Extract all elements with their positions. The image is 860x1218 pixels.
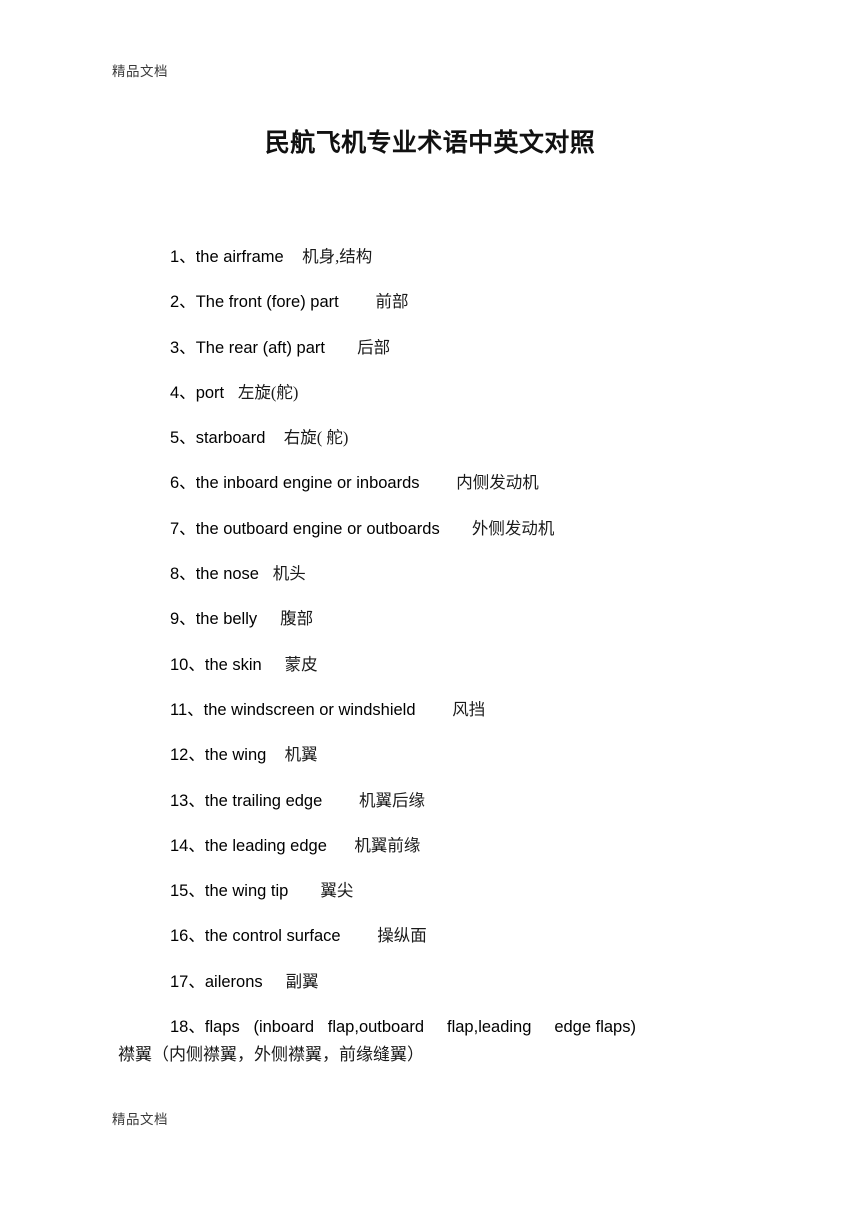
term-number: 14、: [170, 836, 205, 855]
term-row: 17、ailerons 副翼: [0, 959, 860, 1004]
term-english: the leading edge: [204, 836, 327, 855]
terminology-list: 1、the airframe 机身,结构 2、The front (fore) p…: [0, 234, 860, 1049]
term-gap: [416, 701, 453, 719]
term-chinese: 操纵面: [377, 926, 427, 946]
term-chinese: 右旋( 舵): [283, 428, 349, 448]
term-chinese: 腹部: [280, 609, 314, 629]
term-number: 15、: [170, 882, 205, 901]
term-number: 13、: [170, 791, 205, 810]
term-number: 11、: [170, 700, 204, 719]
term-gap: [266, 746, 284, 764]
term-gap: [341, 927, 378, 945]
term-row: 9、the belly 腹部: [0, 596, 860, 641]
term-number: 4、: [170, 383, 196, 402]
term-row: 16、the control surface 操纵面: [0, 913, 860, 958]
term-english: the control surface: [204, 927, 341, 946]
term-english: the skin: [204, 655, 262, 674]
term-chinese: 机翼后缘: [358, 790, 425, 810]
term-number: 7、: [170, 519, 196, 538]
term-english: flaps (inboard flap,outboard flap,leadin…: [204, 1018, 636, 1037]
header-watermark: 精品文档: [112, 64, 168, 79]
page-title: 民航飞机专业术语中英文对照: [264, 129, 596, 157]
term-gap: [224, 384, 238, 402]
term-gap: [284, 248, 302, 266]
term-chinese: 机翼: [284, 745, 318, 765]
term-number: 2、: [170, 293, 196, 312]
term-number: 18、: [170, 1018, 205, 1037]
term-english: the outboard engine or outboards: [195, 519, 440, 538]
term-row: 2、The front (fore) part 前部: [0, 279, 860, 324]
term-number: 5、: [170, 429, 196, 448]
term-gap: [257, 610, 280, 628]
term-english: the nose: [195, 565, 259, 584]
term-chinese: 后部: [357, 337, 391, 357]
term-english: the wing tip: [204, 882, 289, 901]
term-chinese: 机翼前缘: [354, 835, 421, 855]
term-row: 14、the leading edge 机翼前缘: [0, 823, 860, 868]
term-chinese: 外侧发动机: [471, 518, 555, 538]
term-number: 9、: [170, 610, 196, 629]
term-english: The front (fore) part: [195, 293, 339, 312]
term-row: 4、port 左旋(舵): [0, 370, 860, 415]
term-chinese: 内侧发动机: [456, 473, 539, 493]
term-chinese: 蒙皮: [284, 654, 318, 674]
term-number: 16、: [170, 927, 205, 946]
term-gap: [325, 339, 357, 357]
term-row: 12、the wing 机翼: [0, 732, 860, 777]
term-row: 13、the trailing edge 机翼后缘: [0, 778, 860, 823]
term-row: 11、the windscreen or windshield 风挡: [0, 687, 860, 732]
document-page: 精品文档 民航飞机专业术语中英文对照 1、the airframe 机身,结构 2…: [0, 0, 860, 1218]
term-number: 10、: [170, 655, 205, 674]
term-row: 5、starboard 右旋( 舵): [0, 415, 860, 460]
term-row: 10、the skin 蒙皮: [0, 642, 860, 687]
continuation-line: 襟翼（内侧襟翼，外侧襟翼，前缘缝翼）: [118, 1045, 424, 1064]
term-gap: [327, 837, 355, 855]
term-gap: [339, 293, 376, 311]
term-gap: [440, 520, 472, 538]
term-chinese: 风挡: [452, 699, 486, 719]
term-chinese: 副翼: [285, 971, 319, 991]
term-number: 17、: [170, 972, 205, 991]
term-number: 3、: [170, 338, 196, 357]
term-chinese: 翼尖: [320, 881, 354, 901]
term-english: the belly: [195, 610, 258, 629]
term-english: port: [195, 383, 225, 402]
term-chinese: 机身,结构: [302, 247, 373, 266]
term-gap: [420, 474, 457, 492]
term-english: the trailing edge: [204, 791, 323, 810]
footer-watermark: 精品文档: [112, 1112, 168, 1127]
term-row: 8、the nose 机头: [0, 551, 860, 596]
term-gap: [259, 565, 273, 583]
term-gap: [265, 429, 283, 447]
term-row: 3、The rear (aft) part 后部: [0, 325, 860, 370]
term-gap: [262, 656, 285, 674]
term-english: the wing: [204, 746, 267, 765]
term-gap: [288, 882, 320, 900]
term-number: 8、: [170, 565, 196, 584]
term-row: 6、the inboard engine or inboards 内侧发动机: [0, 460, 860, 505]
term-row: 15、the wing tip 翼尖: [0, 868, 860, 913]
term-english: ailerons: [204, 972, 263, 991]
term-row: 7、the outboard engine or outboards 外侧发动机: [0, 506, 860, 551]
term-number: 6、: [170, 474, 196, 493]
term-chinese: 机头: [272, 564, 306, 584]
term-english: The rear (aft) part: [195, 338, 325, 357]
term-chinese: 前部: [375, 292, 409, 312]
term-english: the airframe: [195, 248, 284, 266]
term-english: starboard: [195, 429, 266, 448]
term-number: 1、: [170, 248, 196, 266]
term-number: 12、: [170, 746, 205, 765]
term-english: the inboard engine or inboards: [195, 474, 420, 493]
term-english: the windscreen or windshield: [203, 700, 416, 719]
term-chinese: 左旋(舵): [237, 382, 299, 402]
term-gap: [322, 792, 359, 810]
term-gap: [263, 973, 286, 991]
term-row: 1、the airframe 机身,结构: [0, 234, 860, 279]
